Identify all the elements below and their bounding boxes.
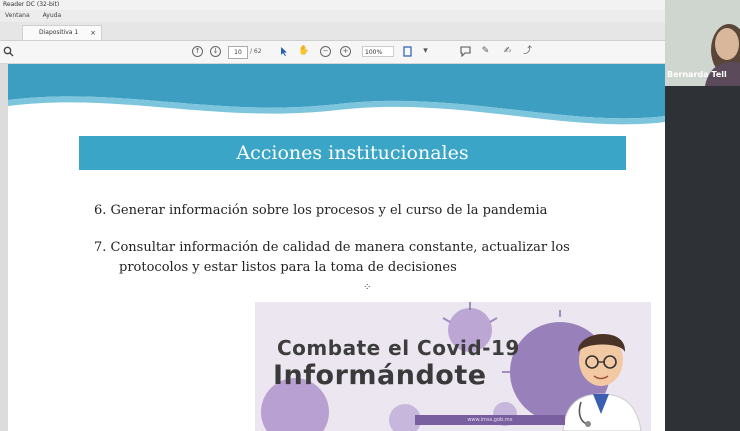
menu-ventana[interactable]: Ventana [5, 12, 30, 19]
move-cursor-icon: ⁘ [363, 282, 372, 293]
tab-bar: Diapositiva 1 × [0, 22, 665, 41]
zoom-in-icon[interactable]: + [340, 46, 351, 57]
page-number-input[interactable]: 10 [228, 46, 248, 59]
search-icon[interactable] [3, 46, 14, 57]
page-total: / 62 [250, 48, 262, 55]
prev-page-icon[interactable]: ↑ [192, 46, 203, 57]
menu-ayuda[interactable]: Ayuda [43, 12, 62, 19]
scroll-mode-icon[interactable]: ▾ [420, 46, 431, 57]
tab-document[interactable]: Diapositiva 1 × [22, 25, 102, 40]
meeting-side-area [665, 86, 740, 431]
slide-banner-title: Acciones institucionales [79, 136, 626, 170]
window-title: Reader DC (32-bit) [0, 0, 665, 10]
covid-campaign-image: Combate el Covid-19 Informándote www.ims… [255, 302, 651, 431]
bullet-item-7: 7. Consultar información de calidad de m… [94, 240, 570, 255]
wave-header-graphic [8, 64, 665, 125]
zoom-select[interactable]: 100% [362, 46, 394, 57]
zoom-out-icon[interactable]: − [320, 46, 331, 57]
toolbar: ↑ ↓ 10 / 62 ✋ − + 100% ▾ ✎ ✍ ⤴ [0, 41, 665, 64]
page-fit-icon[interactable] [402, 46, 413, 57]
tab-close-icon[interactable]: × [90, 26, 96, 40]
slide-page: Acciones institucionales 6. Generar info… [8, 64, 665, 431]
covid-footer-url: www.imss.gob.mx [415, 415, 565, 425]
hand-tool-icon[interactable]: ✋ [298, 46, 309, 57]
app-window: Reader DC (32-bit) Ventana Ayuda Diaposi… [0, 0, 740, 431]
pen-icon[interactable]: ✎ [480, 46, 491, 57]
document-viewer[interactable]: Acciones institucionales 6. Generar info… [0, 64, 665, 431]
covid-headline: Combate el Covid-19 [277, 336, 520, 360]
menu-bar: Ventana Ayuda [0, 10, 665, 22]
tab-label: Diapositiva 1 [39, 29, 79, 36]
bullet-item-7-continuation: protocolos y estar listos para la toma d… [119, 260, 457, 275]
participant-video: Bernarda Tell [665, 0, 740, 86]
select-cursor-icon[interactable] [278, 46, 289, 57]
participant-name: Bernarda Tell [667, 70, 727, 79]
share-icon[interactable]: ⤴ [522, 46, 533, 57]
comment-icon[interactable] [460, 46, 471, 58]
covid-subheadline: Informándote [273, 360, 487, 391]
next-page-icon[interactable]: ↓ [210, 46, 221, 57]
bullet-item-6: 6. Generar información sobre los proceso… [94, 203, 548, 218]
sign-icon[interactable]: ✍ [502, 46, 513, 57]
